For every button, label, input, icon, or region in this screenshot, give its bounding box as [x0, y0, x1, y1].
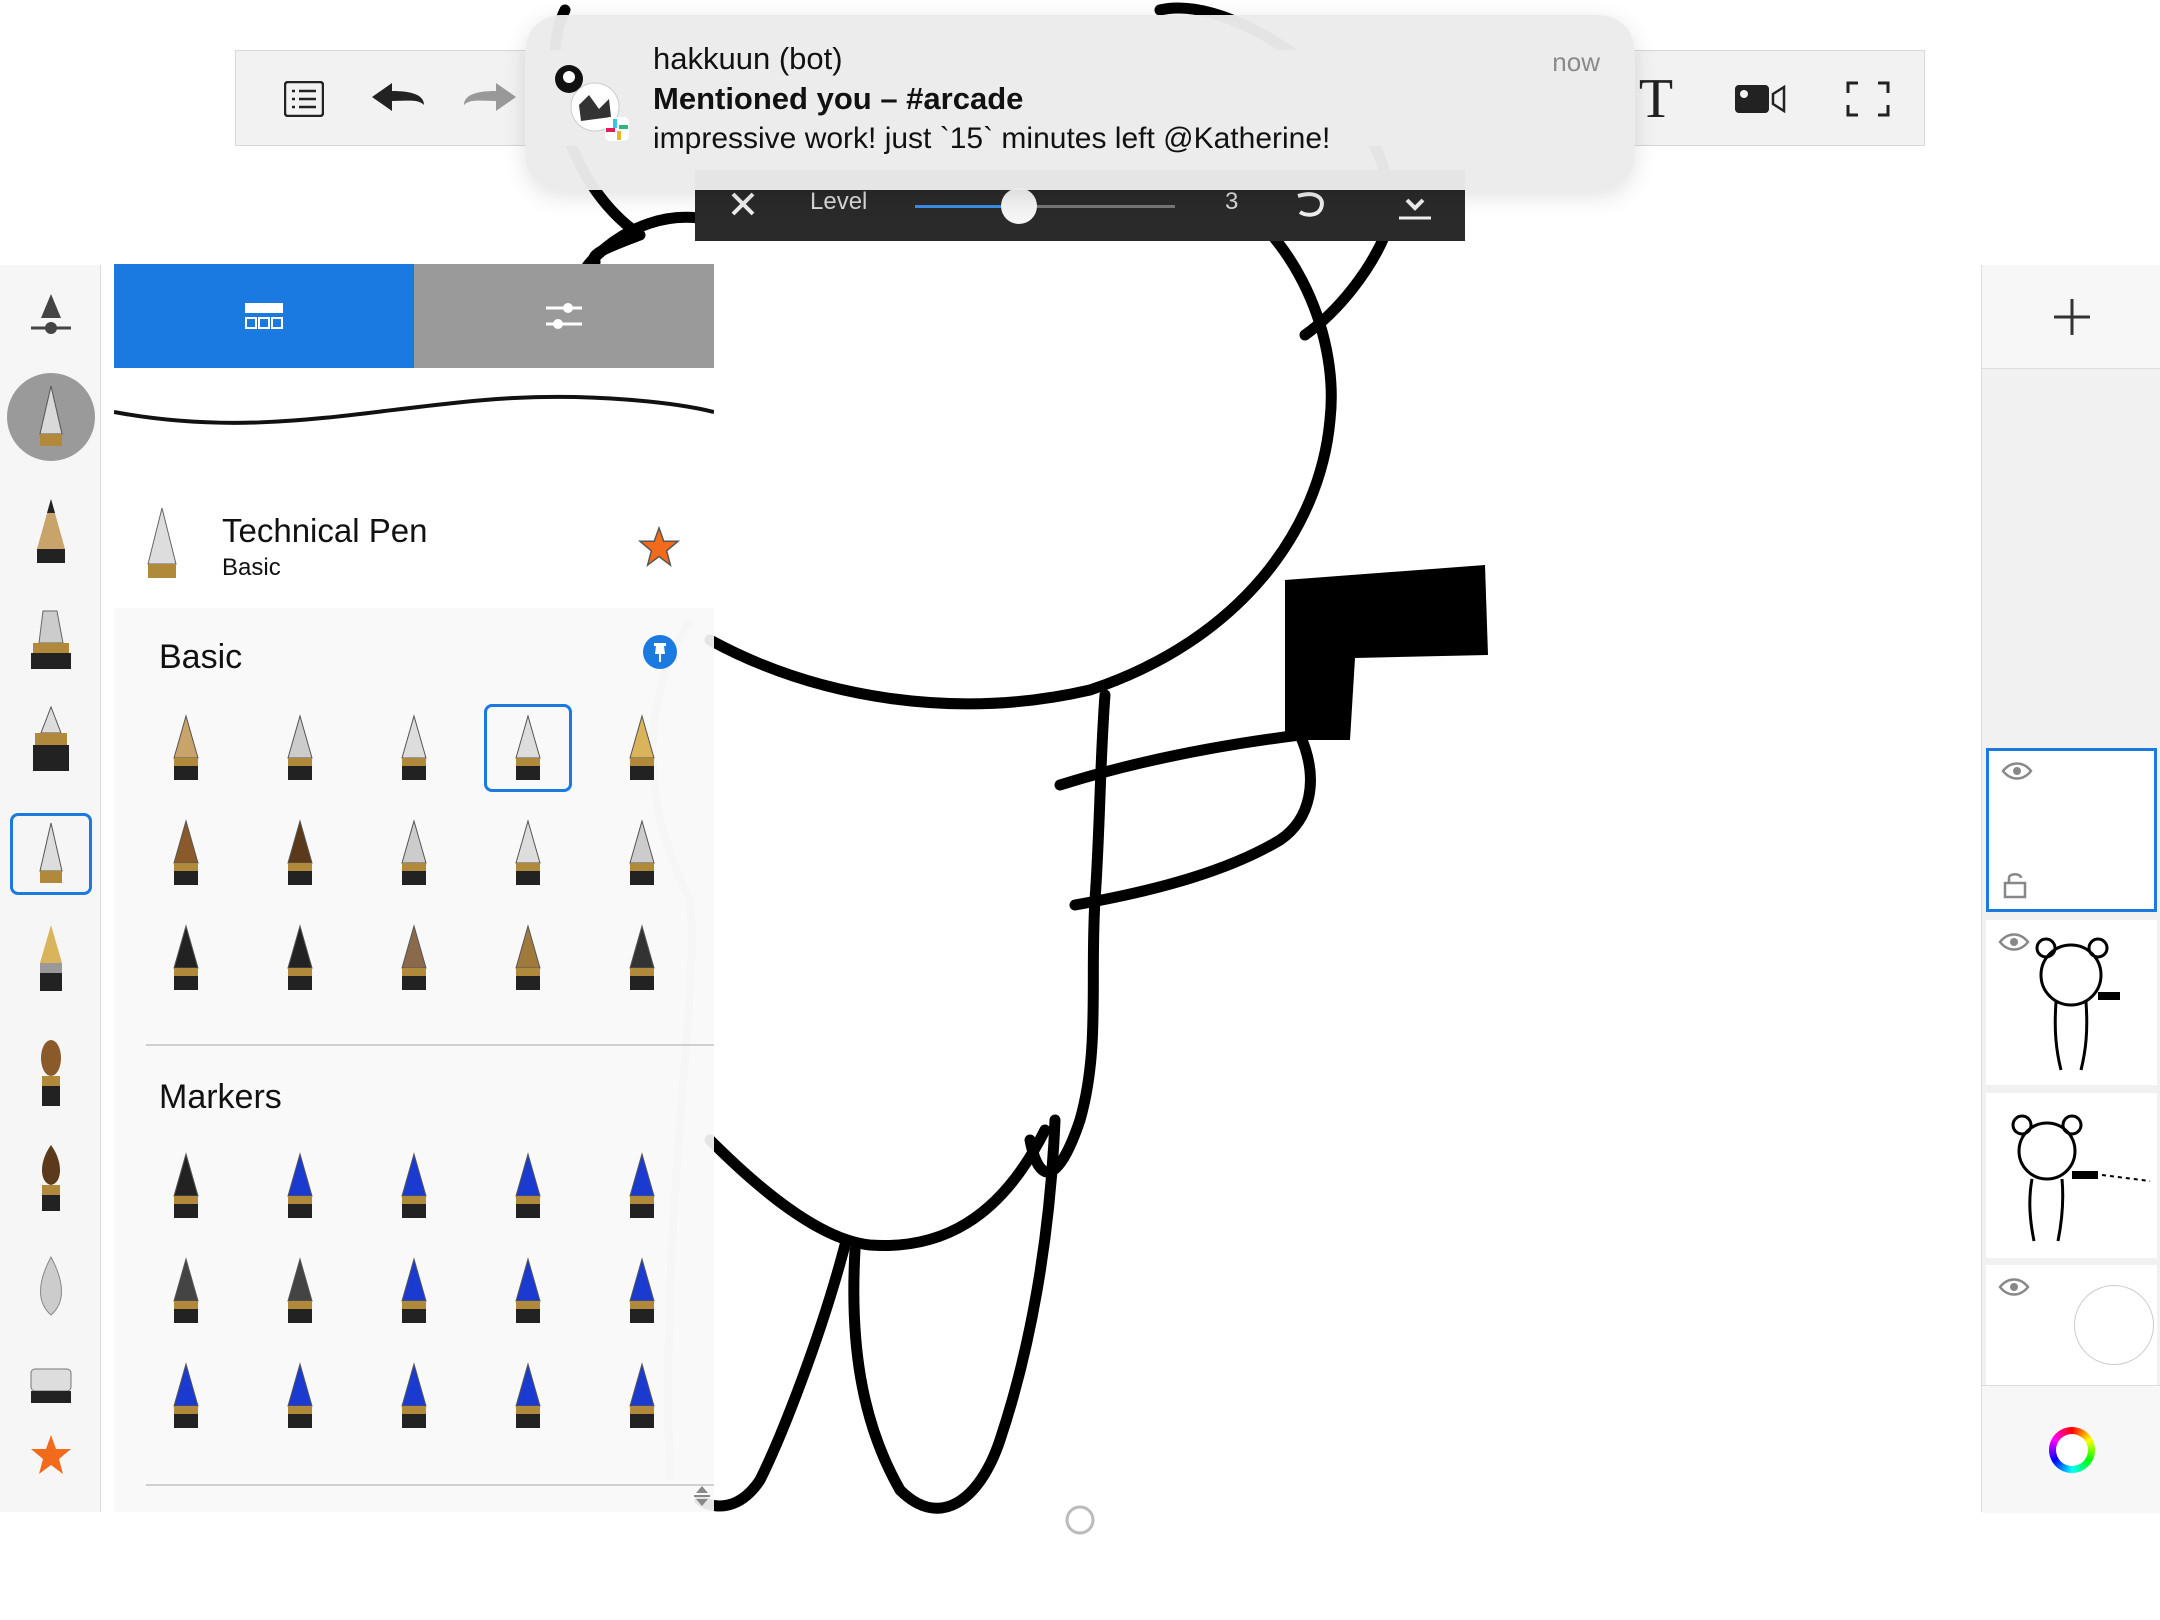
section-divider [146, 1044, 714, 1046]
panel-tabs [114, 264, 714, 368]
resize-handle-icon[interactable] [692, 1484, 712, 1513]
brush-option-icon[interactable] [256, 704, 344, 792]
redo-icon[interactable] [442, 51, 538, 147]
favorites-star-icon[interactable] [0, 1425, 101, 1485]
video-icon[interactable] [1712, 51, 1808, 147]
color-wheel-button[interactable] [1982, 1385, 2160, 1513]
brush-option-icon[interactable] [256, 1352, 344, 1440]
level-slider[interactable] [915, 188, 1175, 224]
brush-option-icon[interactable] [484, 704, 572, 792]
brush-option-icon[interactable] [370, 914, 458, 1002]
section-title-basic: Basic [159, 638, 243, 676]
collapse-icon[interactable] [1395, 184, 1435, 229]
settings-tab[interactable] [414, 264, 714, 368]
undo-icon[interactable] [350, 51, 446, 147]
brush-option-icon[interactable] [142, 1352, 230, 1440]
selected-brush-icon [142, 506, 182, 587]
layer-item[interactable] [1986, 1265, 2157, 1385]
level-value: 3 [1225, 188, 1239, 215]
brush-option-icon[interactable] [142, 914, 230, 1002]
visibility-eye-icon[interactable] [1998, 1277, 2030, 1302]
technical-pen-brush-icon[interactable] [0, 810, 101, 898]
library-grid-icon [245, 303, 283, 329]
color-wheel-icon [2048, 1426, 2095, 1473]
brush-option-icon[interactable] [484, 1142, 572, 1230]
brush-option-icon[interactable] [370, 1247, 458, 1335]
brush-option-icon[interactable] [256, 914, 344, 1002]
brush-option-icon[interactable] [142, 704, 230, 792]
brush-library-panel: Technical Pen Basic Basic Markers [113, 264, 715, 1513]
background-color-swatch[interactable] [2074, 1285, 2154, 1365]
paintbrush-icon[interactable] [0, 1030, 101, 1118]
favorite-star-icon[interactable] [637, 525, 681, 573]
close-icon[interactable] [725, 186, 761, 227]
brush-option-icon[interactable] [484, 1352, 572, 1440]
brush-option-icon[interactable] [598, 809, 686, 897]
brush-option-icon[interactable] [256, 1247, 344, 1335]
brush-option-icon[interactable] [484, 1247, 572, 1335]
level-slider-thumb[interactable] [1001, 188, 1037, 224]
fountain-pen-brush-icon[interactable] [0, 915, 101, 1003]
round-brush-icon[interactable] [0, 1135, 101, 1223]
stroke-preview [113, 368, 715, 488]
selected-brush-set: Basic [222, 554, 281, 581]
brush-option-icon[interactable] [256, 1142, 344, 1230]
bot-avatar [555, 65, 635, 145]
pencil-brush-icon[interactable] [0, 487, 101, 575]
eraser-brush-icon[interactable] [0, 1350, 101, 1420]
brush-option-icon[interactable] [484, 809, 572, 897]
list-icon[interactable] [256, 51, 352, 147]
layer-item[interactable] [1986, 1093, 2157, 1258]
current-brush-puck[interactable] [0, 373, 101, 461]
brush-option-icon[interactable] [142, 1142, 230, 1230]
brush-option-icon[interactable] [598, 914, 686, 1002]
layer-panel [1981, 265, 2160, 1513]
selected-brush-header: Technical Pen Basic [114, 488, 714, 608]
pin-icon[interactable] [642, 634, 678, 675]
notification-body: impressive work! just `15` minutes left … [653, 122, 1331, 155]
airbrush-icon[interactable] [0, 1245, 101, 1333]
notification-title: Mentioned you – #arcade [653, 81, 1024, 116]
slack-notification[interactable]: hakkuun (bot) Mentioned you – #arcade im… [525, 15, 1635, 190]
brush-option-icon[interactable] [598, 704, 686, 792]
sliders-icon [546, 303, 582, 329]
brush-adjust-icon[interactable] [0, 285, 101, 345]
section-title-markers: Markers [159, 1078, 282, 1116]
brush-option-icon[interactable] [598, 1352, 686, 1440]
add-layer-button[interactable] [1982, 265, 2160, 369]
library-tab[interactable] [114, 264, 414, 368]
layer-thumbnail [2011, 1114, 2151, 1242]
brush-option-icon[interactable] [370, 809, 458, 897]
brush-option-icon[interactable] [142, 809, 230, 897]
level-label: Level [810, 188, 868, 215]
brush-option-icon[interactable] [370, 1142, 458, 1230]
selected-brush-name: Technical Pen [222, 512, 428, 549]
brush-option-icon[interactable] [256, 809, 344, 897]
reset-icon[interactable] [1290, 184, 1330, 229]
plus-icon [2053, 298, 2090, 335]
visibility-eye-icon[interactable] [2001, 761, 2033, 786]
brush-option-icon[interactable] [598, 1142, 686, 1230]
fullscreen-icon[interactable] [1820, 51, 1916, 147]
brush-option-icon[interactable] [484, 914, 572, 1002]
brush-strip [0, 265, 101, 1512]
brush-option-icon[interactable] [598, 1247, 686, 1335]
text-tool-glyph: T [1638, 68, 1674, 130]
brush-option-icon[interactable] [370, 704, 458, 792]
notification-sender: hakkuun (bot) [653, 41, 843, 76]
layer-item[interactable] [1986, 920, 2157, 1085]
brush-option-icon[interactable] [142, 1247, 230, 1335]
notification-time: now [1552, 47, 1600, 77]
section-divider [146, 1484, 714, 1486]
pen-brush-icon[interactable] [0, 695, 101, 783]
layer-item[interactable] [1986, 748, 2157, 912]
lock-icon[interactable] [2003, 871, 2027, 904]
brush-option-icon[interactable] [370, 1352, 458, 1440]
layer-thumbnail [2035, 937, 2120, 1071]
ink-brush-icon[interactable] [0, 595, 101, 683]
